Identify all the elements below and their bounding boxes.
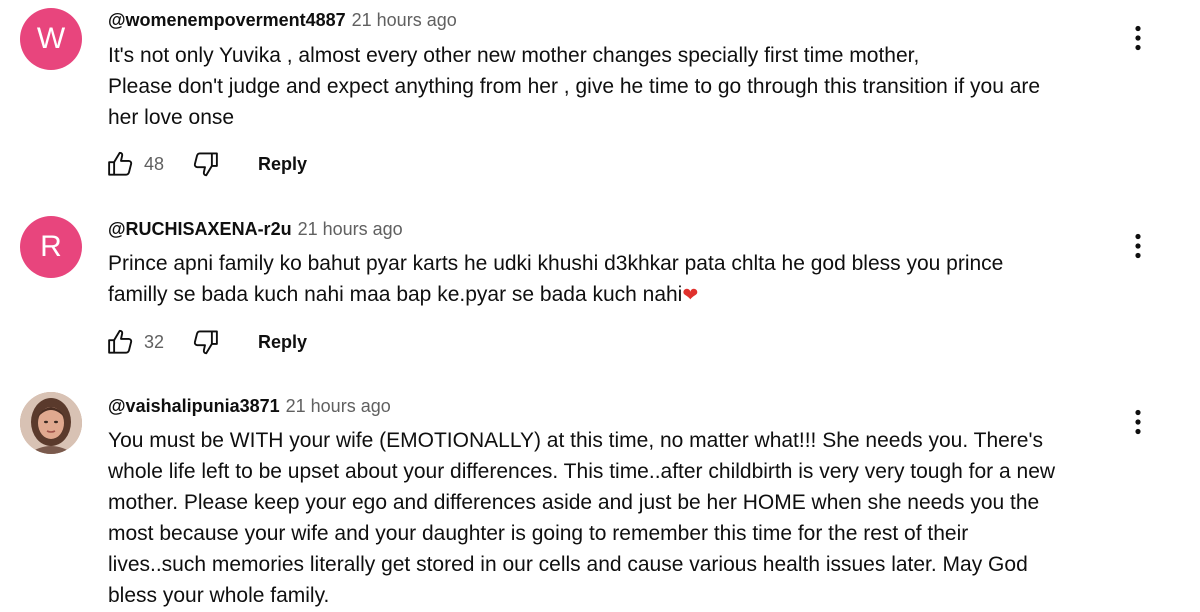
comment-line: lives..such memories literally get store… xyxy=(108,553,1028,576)
comment-line: her love onse xyxy=(108,106,235,129)
comment-timestamp[interactable]: 21 hours ago xyxy=(352,10,457,30)
comment-line: whole life left to be upset about your d… xyxy=(108,460,1056,483)
more-vertical-icon xyxy=(1135,25,1141,51)
avatar[interactable] xyxy=(20,392,82,454)
more-vertical-icon xyxy=(1135,233,1141,259)
comment-thread: R @RUCHISAXENA-r2u 21 hours ago Prince ap… xyxy=(0,210,1200,380)
like-button[interactable] xyxy=(104,147,138,181)
comment-thread: @vaishalipunia3871 21 hours ago You must … xyxy=(0,388,1200,612)
dislike-button[interactable] xyxy=(188,325,222,359)
comment-timestamp[interactable]: 21 hours ago xyxy=(286,396,391,416)
comment-actions: 32 Reply xyxy=(104,324,307,360)
author-name[interactable]: @RUCHISAXENA-r2u xyxy=(108,219,292,239)
comment-text: You must be WITH your wife (EMOTIONALLY)… xyxy=(108,425,1118,611)
comment-menu-button[interactable] xyxy=(1124,402,1152,442)
profile-photo-icon xyxy=(20,392,82,454)
comment-line: familly se bada kuch nahi maa bap ke.pya… xyxy=(108,279,1118,311)
comment-line: mother. Please keep your ego and differe… xyxy=(108,491,1040,514)
comment-line: bless your whole family. xyxy=(108,584,330,607)
comment-line: Prince apni family ko bahut pyar karts h… xyxy=(108,252,1004,275)
comment-menu-button[interactable] xyxy=(1124,18,1152,58)
comment-text: Prince apni family ko bahut pyar karts h… xyxy=(108,248,1118,311)
comment-line: It's not only Yuvika , almost every othe… xyxy=(108,44,920,67)
avatar-letter: R xyxy=(40,230,62,263)
reply-button[interactable]: Reply xyxy=(258,332,307,353)
like-count: 32 xyxy=(144,331,165,352)
avatar[interactable]: R xyxy=(20,216,82,278)
comment-menu-button[interactable] xyxy=(1124,226,1152,266)
comment-line-text: familly se bada kuch nahi maa bap ke.pya… xyxy=(108,283,683,306)
comment-line: Please don't judge and expect anything f… xyxy=(108,75,1041,98)
comment-text: It's not only Yuvika , almost every othe… xyxy=(108,40,1118,133)
comment-timestamp[interactable]: 21 hours ago xyxy=(298,219,403,239)
comment-line: most because your wife and your daughter… xyxy=(108,522,969,545)
comment-thread: W @womenempoverment4887 21 hours ago It's… xyxy=(0,0,1200,200)
like-count: 48 xyxy=(144,153,165,174)
author-name[interactable]: @womenempoverment4887 xyxy=(108,10,346,30)
avatar[interactable]: W xyxy=(20,8,82,70)
author-name[interactable]: @vaishalipunia3871 xyxy=(108,396,280,416)
red-heart-emoji: ❤ xyxy=(682,285,699,306)
dislike-button[interactable] xyxy=(188,147,222,181)
thumb-up-icon xyxy=(108,151,133,176)
thumb-down-icon xyxy=(193,330,218,355)
comment-header: @womenempoverment4887 21 hours ago xyxy=(108,8,457,32)
comment-actions: 48 Reply xyxy=(104,146,307,182)
like-button[interactable] xyxy=(104,325,138,359)
thumb-down-icon xyxy=(193,152,218,177)
comment-header: @vaishalipunia3871 21 hours ago xyxy=(108,394,391,418)
avatar-letter: W xyxy=(36,22,66,55)
reply-button[interactable]: Reply xyxy=(258,154,307,175)
comment-list: W @womenempoverment4887 21 hours ago It's… xyxy=(0,0,1200,612)
thumb-up-icon xyxy=(108,329,133,354)
comment-line: You must be WITH your wife (EMOTIONALLY)… xyxy=(108,429,1043,452)
comment-header: @RUCHISAXENA-r2u 21 hours ago xyxy=(108,217,403,241)
more-vertical-icon xyxy=(1135,409,1141,435)
